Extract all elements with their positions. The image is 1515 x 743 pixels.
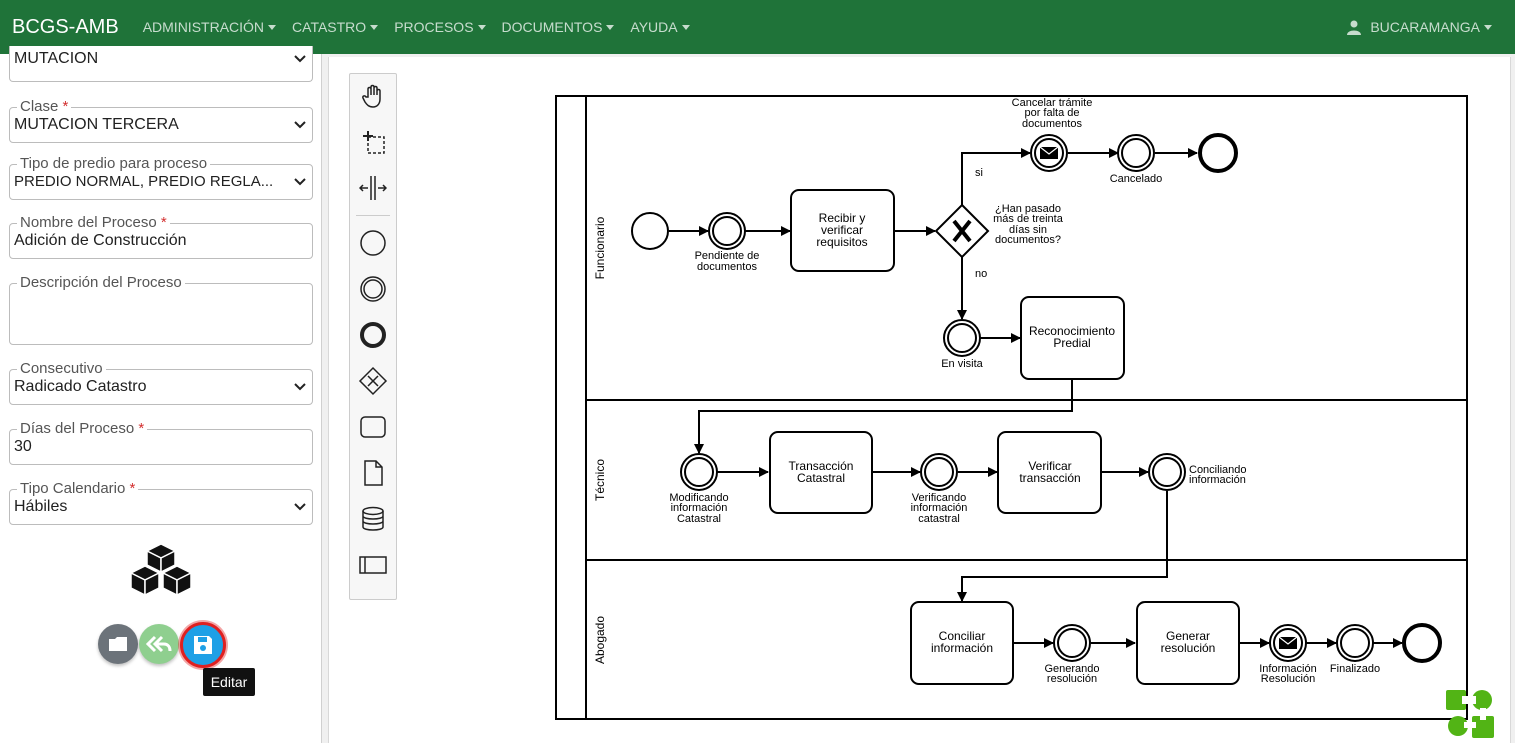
task-label: Recibir y verificar requisitos [816,211,867,249]
lane-abogado[interactable]: Abogado [593,616,607,664]
event-label: Conciliando información [1189,464,1246,486]
task-label: Conciliar información [931,629,993,655]
intermediate-event-verificando[interactable] [920,453,958,491]
intermediate-event-en-visita[interactable] [943,319,981,357]
intermediate-event-finalizado[interactable] [1336,624,1374,662]
intermediate-event-modificando[interactable] [680,453,718,491]
event-label: Verificando información catastral [911,492,968,525]
task-label: Verificar transacción [1019,459,1080,485]
flow-label-si: si [975,167,983,179]
flow-label-no: no [975,268,987,280]
exclusive-gateway[interactable] [934,203,990,259]
end-event-cancelado[interactable] [1198,133,1238,173]
event-label: Pendiente de documentos [695,250,760,273]
event-label: Cancelado [1110,173,1163,185]
lane-tecnico[interactable]: Técnico [593,459,607,501]
event-label: Cancelar trámite por falta de documentos [1012,97,1093,130]
intermediate-event-generando[interactable] [1053,624,1091,662]
event-label: Información Resolución [1259,663,1316,685]
lane-funcionario[interactable]: Funcionario [593,216,607,279]
event-label: En visita [941,358,983,370]
task-label: Transacción Catastral [789,459,854,485]
envelope-icon [1278,636,1298,649]
bpmn-diagram: Funcionario Técnico Abogado Recibir y ve… [555,95,1468,720]
end-event-finalizado[interactable] [1402,623,1442,663]
event-label: Finalizado [1330,663,1380,675]
gateway-label: ¿Han pasado más de treinta días sin documen… [993,203,1064,246]
intermediate-event-conciliando[interactable] [1148,453,1186,491]
intermediate-event-cancelado[interactable] [1117,134,1155,172]
bpmn-io-logo[interactable] [1444,688,1496,740]
task-label: Generar resolución [1161,629,1216,655]
event-label: Modificando información Catastral [669,492,728,525]
envelope-icon [1039,146,1059,159]
start-event[interactable] [631,212,669,250]
event-label: Generando resolución [1044,663,1099,685]
sequence-flow-si[interactable] [961,148,1031,205]
intermediate-event-pendiente[interactable] [708,212,746,250]
